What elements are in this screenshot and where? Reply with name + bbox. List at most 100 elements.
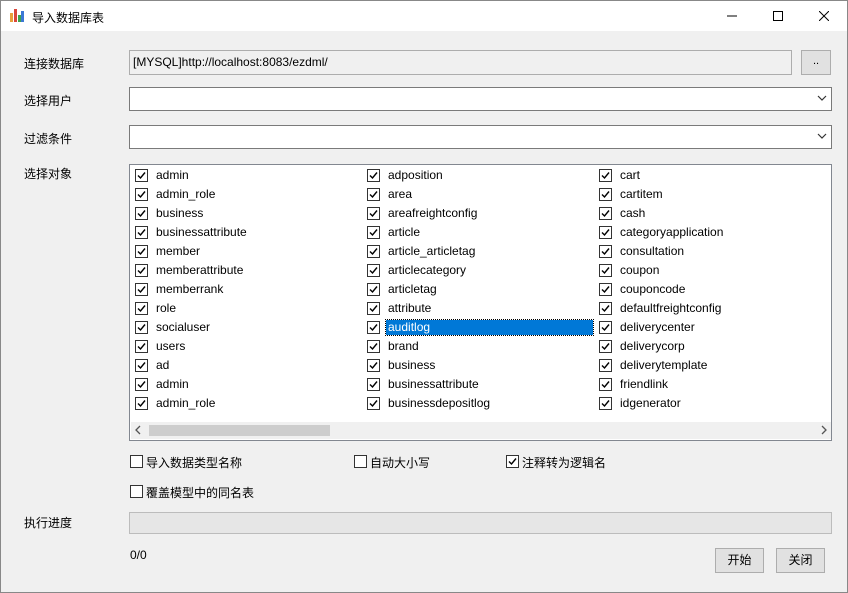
auto-case-checkbox[interactable] — [354, 455, 367, 468]
object-checkbox[interactable] — [599, 302, 612, 315]
object-checkbox[interactable] — [367, 378, 380, 391]
object-checkbox[interactable] — [367, 302, 380, 315]
object-item-label: cart — [620, 168, 641, 182]
object-item-label: idgenerator — [620, 396, 681, 410]
checkmark-icon — [137, 343, 146, 351]
object-checkbox[interactable] — [367, 340, 380, 353]
object-checkbox[interactable] — [135, 207, 148, 220]
object-checkbox[interactable] — [367, 321, 380, 334]
checkmark-icon — [601, 305, 610, 313]
checkmark-icon — [137, 400, 146, 408]
scrollbar-thumb[interactable] — [149, 425, 330, 436]
checkmark-icon — [137, 362, 146, 370]
checkmark-icon — [369, 324, 378, 332]
checkmark-icon — [369, 210, 378, 218]
object-checkbox[interactable] — [135, 340, 148, 353]
import-type-names-label: 导入数据类型名称 — [146, 456, 243, 470]
object-item-label: area — [388, 187, 413, 201]
object-item-label: defaultfreightconfig — [620, 301, 722, 315]
checkmark-icon — [601, 191, 610, 199]
object-checkbox[interactable] — [599, 264, 612, 277]
checkmark-icon — [137, 381, 146, 389]
object-item-label: businessattribute — [156, 225, 247, 239]
scroll-right-icon[interactable] — [820, 425, 828, 435]
checkmark-icon — [369, 191, 378, 199]
object-checkbox[interactable] — [135, 321, 148, 334]
object-checkbox[interactable] — [135, 188, 148, 201]
user-select[interactable] — [129, 87, 832, 111]
close-button[interactable]: 关闭 — [776, 548, 825, 573]
checkmark-icon — [369, 267, 378, 275]
object-checkbox[interactable] — [599, 397, 612, 410]
checkmark-icon — [601, 210, 610, 218]
object-item-label: socialuser — [156, 320, 211, 334]
auto-case-label: 自动大小写 — [370, 456, 431, 470]
scroll-left-icon[interactable] — [134, 425, 142, 435]
objects-checklist[interactable]: admin admin_role business businessattribute… — [129, 164, 832, 441]
object-item-label: admin_role — [156, 396, 216, 410]
checkmark-icon — [137, 305, 146, 313]
object-checkbox[interactable] — [367, 188, 380, 201]
connection-label: 连接数据库 — [24, 57, 85, 71]
object-item-label: deliverytemplate — [620, 358, 708, 372]
overwrite-same-name-checkbox[interactable] — [130, 485, 143, 498]
object-item-label: admin — [156, 168, 189, 182]
import-type-names-checkbox[interactable] — [130, 455, 143, 468]
object-item-label: admin_role — [156, 187, 216, 201]
object-checkbox[interactable] — [135, 359, 148, 372]
object-checkbox[interactable] — [367, 359, 380, 372]
filter-select[interactable] — [129, 125, 832, 149]
checkmark-icon — [369, 286, 378, 294]
object-checkbox[interactable] — [599, 378, 612, 391]
object-checkbox[interactable] — [367, 245, 380, 258]
object-checkbox[interactable] — [367, 169, 380, 182]
object-checkbox[interactable] — [367, 207, 380, 220]
object-item-label: businessdepositlog — [388, 396, 491, 410]
object-checkbox[interactable] — [599, 207, 612, 220]
object-checkbox[interactable] — [135, 378, 148, 391]
checkmark-icon — [601, 172, 610, 180]
checkmark-icon — [369, 305, 378, 313]
browse-connection-button[interactable]: .. — [801, 50, 831, 75]
close-icon — [819, 11, 829, 21]
object-checkbox[interactable] — [599, 321, 612, 334]
object-item-label: users — [156, 339, 186, 353]
object-checkbox[interactable] — [367, 397, 380, 410]
window-title: 导入数据库表 — [32, 11, 105, 25]
object-checkbox[interactable] — [135, 245, 148, 258]
object-checkbox[interactable] — [599, 359, 612, 372]
user-label: 选择用户 — [24, 94, 73, 108]
object-item-label: consultation — [620, 244, 685, 258]
object-item-label: business — [156, 206, 204, 220]
checkmark-icon — [369, 248, 378, 256]
checkmark-icon — [369, 172, 378, 180]
object-checkbox[interactable] — [135, 226, 148, 239]
comment-to-logical-checkbox[interactable] — [506, 455, 519, 468]
object-checkbox[interactable] — [367, 264, 380, 277]
object-item-label: article_articletag — [388, 244, 476, 258]
objects-label: 选择对象 — [24, 167, 73, 181]
minimize-button[interactable] — [709, 1, 755, 31]
checkmark-icon — [137, 229, 146, 237]
object-checkbox[interactable] — [135, 397, 148, 410]
object-checkbox[interactable] — [135, 264, 148, 277]
connection-field[interactable]: [MYSQL]http://localhost:8083/ezdml/ — [129, 50, 792, 75]
maximize-button[interactable] — [755, 1, 801, 31]
object-item-label: adposition — [388, 168, 443, 182]
object-checkbox[interactable] — [135, 169, 148, 182]
object-checkbox[interactable] — [599, 283, 612, 296]
object-item-label: business — [388, 358, 436, 372]
object-checkbox[interactable] — [367, 226, 380, 239]
object-checkbox[interactable] — [367, 283, 380, 296]
object-checkbox[interactable] — [135, 283, 148, 296]
object-checkbox[interactable] — [599, 226, 612, 239]
object-checkbox[interactable] — [599, 340, 612, 353]
horizontal-scrollbar[interactable] — [131, 422, 831, 439]
start-button[interactable]: 开始 — [715, 548, 764, 573]
object-checkbox[interactable] — [599, 188, 612, 201]
checkmark-icon — [137, 172, 146, 180]
close-window-button[interactable] — [801, 1, 847, 31]
object-checkbox[interactable] — [599, 245, 612, 258]
object-checkbox[interactable] — [135, 302, 148, 315]
object-checkbox[interactable] — [599, 169, 612, 182]
